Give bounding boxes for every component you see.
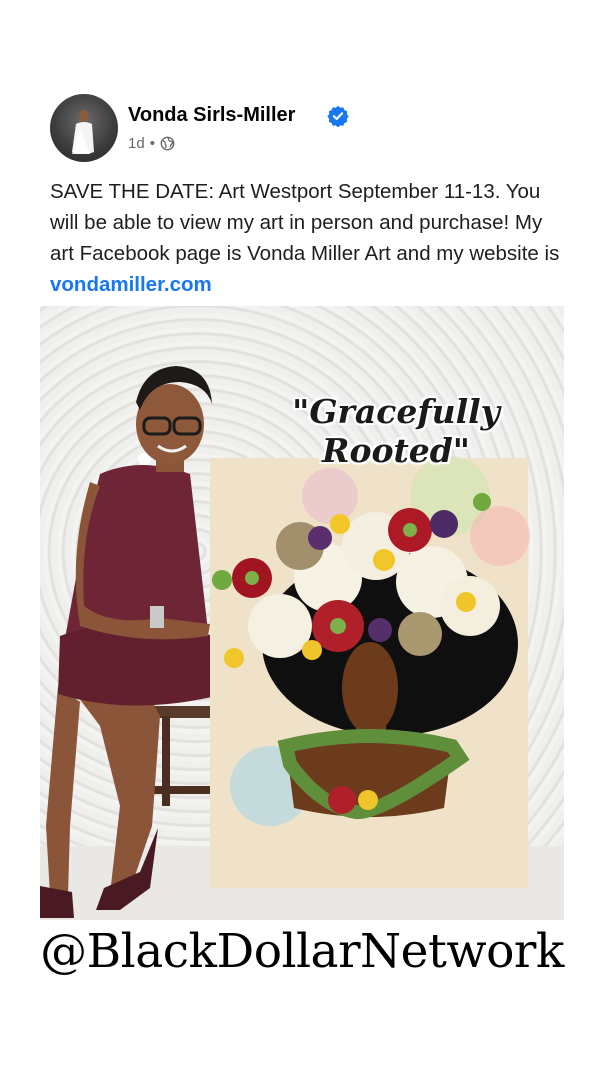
author-name[interactable]: Vonda Sirls-Miller — [128, 104, 295, 127]
post-photo[interactable]: "Gracefully Rooted" — [40, 306, 564, 920]
post-body-text: SAVE THE DATE: Art Westport September 11… — [50, 176, 562, 300]
watermark-handle: @BlackDollarNetwork — [40, 924, 564, 979]
post-timestamp[interactable]: 1d — [128, 135, 145, 152]
meta-separator: • — [149, 135, 155, 152]
website-link[interactable]: vondamiller.com — [50, 273, 212, 296]
globe-icon — [160, 136, 175, 151]
artwork-title-caption: "Gracefully Rooted" — [292, 392, 500, 470]
author-avatar[interactable] — [50, 94, 118, 162]
post-meta: 1d • — [128, 135, 175, 152]
facebook-post-card: Vonda Sirls-Miller 1d • SAVE THE DATE: A… — [40, 84, 564, 306]
verified-badge-icon — [327, 105, 349, 127]
post-text-body: SAVE THE DATE: Art Westport September 11… — [50, 180, 560, 265]
